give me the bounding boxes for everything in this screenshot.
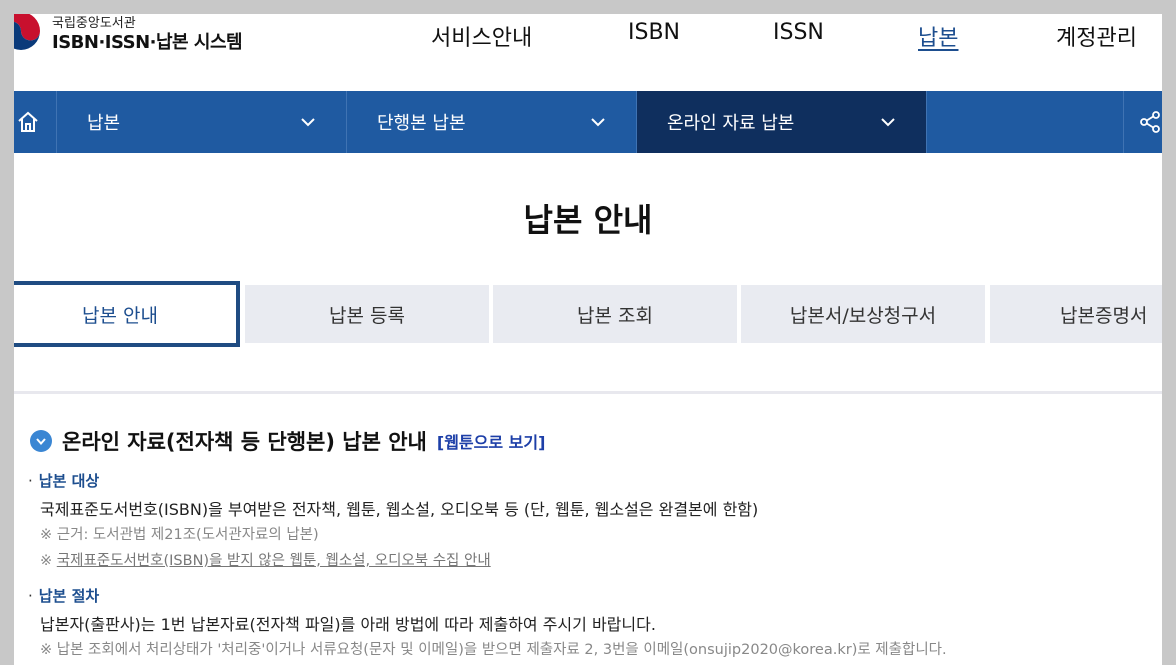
subnav-monograph-label: 단행본 납본	[377, 113, 466, 134]
note-prefix: ※	[40, 553, 57, 569]
non-isbn-collection-link[interactable]: 국제표준도서번호(ISBN)을 받지 않은 웹툰, 웹소설, 오디오북 수집 안…	[57, 553, 491, 569]
home-button[interactable]	[14, 91, 57, 153]
share-button[interactable]	[1123, 91, 1162, 153]
chevron-down-icon	[881, 118, 895, 127]
bullet-dot: ·	[28, 472, 33, 490]
page-frame: 국립중앙도서관 ISBN·ISSN·납본 시스템 서비스안내 ISBN ISSN…	[14, 14, 1162, 665]
tab-deposit-register[interactable]: 납본 등록	[245, 285, 489, 343]
tab-bar: 납본 안내 납본 등록 납본 조회 납본서/보상청구서 납본증명서	[14, 271, 1162, 347]
home-icon	[18, 111, 38, 132]
site-header: 국립중앙도서관 ISBN·ISSN·납본 시스템 서비스안내 ISBN ISSN…	[14, 14, 1162, 91]
procedure-text: 납본자(출판사)는 1번 납본자료(전자책 파일)를 아래 방법에 따라 제출하…	[40, 615, 656, 634]
sub-navigation: 납본 단행본 납본 온라인 자료 납본	[14, 91, 1162, 153]
main-nav: 서비스안내 ISBN ISSN 납본 계정관리	[14, 20, 1162, 52]
procedure-heading: · 납본 절차	[28, 585, 99, 606]
section-title: 온라인 자료(전자책 등 단행본) 납본 안내	[62, 430, 427, 454]
nav-service[interactable]: 서비스안내	[431, 20, 532, 52]
subnav-online-label: 온라인 자료 납본	[667, 113, 795, 134]
procedure-note: ※ 납본 조회에서 처리상태가 '처리중'이거나 서류요청(문자 및 이메일)을…	[40, 642, 947, 658]
subnav-deposit-dropdown[interactable]: 납본	[57, 91, 347, 153]
tab-deposit-inquiry[interactable]: 납본 조회	[493, 285, 737, 343]
nav-deposit[interactable]: 납본	[918, 20, 958, 52]
chevron-down-circle-icon	[30, 430, 52, 452]
target-note-legal: ※ 근거: 도서관법 제21조(도서관자료의 납본)	[40, 527, 319, 543]
procedure-label: 납본 절차	[38, 587, 100, 605]
nav-isbn[interactable]: ISBN	[628, 20, 680, 45]
target-note-nonisbn: ※ 국제표준도서번호(ISBN)을 받지 않은 웹툰, 웹소설, 오디오북 수집…	[40, 549, 491, 570]
chevron-down-icon	[301, 118, 315, 127]
chevron-down-icon	[591, 118, 605, 127]
subnav-monograph-dropdown[interactable]: 단행본 납본	[347, 91, 637, 153]
tab-deposit-guide[interactable]: 납본 안내	[14, 281, 240, 347]
page-title: 납본 안내	[523, 201, 653, 239]
section-header: 온라인 자료(전자책 등 단행본) 납본 안내 [웹툰으로 보기]	[30, 426, 545, 456]
target-label: 납본 대상	[38, 472, 100, 490]
webtoon-view-link[interactable]: [웹툰으로 보기]	[437, 429, 546, 453]
tab-deposit-forms[interactable]: 납본서/보상청구서	[741, 285, 985, 343]
target-text: 국제표준도서번호(ISBN)을 부여받은 전자책, 웹툰, 웹소설, 오디오북 …	[40, 500, 759, 519]
share-icon	[1140, 111, 1160, 133]
target-heading: · 납본 대상	[28, 470, 99, 491]
subnav-deposit-label: 납본	[87, 113, 121, 134]
subnav-online-dropdown[interactable]: 온라인 자료 납본	[637, 91, 927, 153]
nav-account[interactable]: 계정관리	[1056, 20, 1137, 52]
section-divider	[14, 391, 1162, 394]
tab-deposit-certificate[interactable]: 납본증명서	[990, 285, 1162, 343]
nav-issn[interactable]: ISSN	[773, 20, 824, 45]
bullet-dot: ·	[28, 587, 33, 605]
